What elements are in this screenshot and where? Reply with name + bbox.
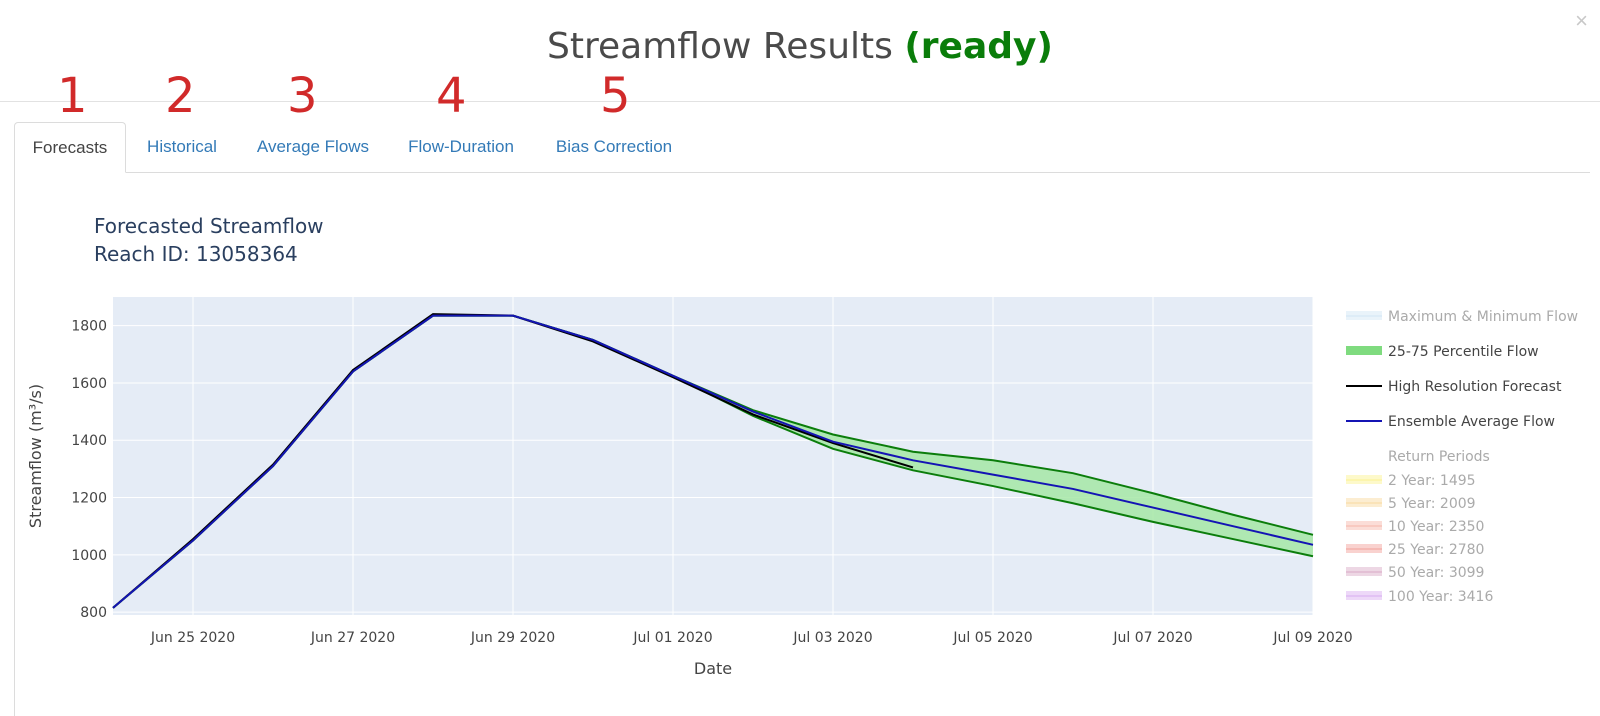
legend-label: 5 Year: 2009: [1388, 496, 1476, 512]
legend-label: 50 Year: 3099: [1388, 565, 1484, 581]
y-tick-label: 1800: [71, 319, 107, 335]
legend-label: Return Periods: [1388, 449, 1490, 465]
legend-item: 25 Year: 2780: [1346, 542, 1484, 558]
legend-label: High Resolution Forecast: [1388, 379, 1562, 395]
legend-item: 100 Year: 3416: [1346, 589, 1493, 605]
legend-item: Maximum & Minimum Flow: [1346, 309, 1578, 325]
y-tick-label: 1200: [71, 491, 107, 507]
legend-item: 5 Year: 2009: [1346, 496, 1476, 512]
legend-label: Ensemble Average Flow: [1388, 414, 1555, 430]
legend-item: 2 Year: 1495: [1346, 473, 1476, 489]
legend-label: 25 Year: 2780: [1388, 542, 1484, 558]
legend-label: 2 Year: 1495: [1388, 473, 1476, 489]
y-tick-label: 1600: [71, 376, 107, 392]
x-tick-label: Jul 03 2020: [792, 630, 872, 646]
legend-item: 10 Year: 2350: [1346, 519, 1484, 535]
plot-area: [113, 297, 1313, 615]
legend-item: 25-75 Percentile Flow: [1346, 344, 1539, 360]
legend-item: Return Periods: [1388, 449, 1490, 465]
x-tick-label: Jul 07 2020: [1112, 630, 1192, 646]
x-tick-label: Jun 27 2020: [310, 630, 395, 646]
y-tick-label: 1400: [71, 433, 107, 449]
y-tick-label: 1000: [71, 548, 107, 564]
x-tick-label: Jul 05 2020: [952, 630, 1032, 646]
legend-label: 25-75 Percentile Flow: [1388, 344, 1539, 360]
legend-label: 100 Year: 3416: [1388, 589, 1493, 605]
x-axis-title: Date: [694, 659, 732, 678]
y-axis-title: Streamflow (m³/s): [26, 384, 45, 528]
legend-label: Maximum & Minimum Flow: [1388, 309, 1578, 325]
y-tick-label: 800: [80, 605, 107, 621]
legend-label: 10 Year: 2350: [1388, 519, 1484, 535]
legend-item: High Resolution Forecast: [1346, 379, 1562, 395]
legend-item: Ensemble Average Flow: [1346, 414, 1555, 430]
x-tick-label: Jul 09 2020: [1272, 630, 1352, 646]
streamflow-chart: 800 1000 1200 1400 1600 1800 Jun 25 2020 Jun 27…: [26, 297, 1578, 678]
legend-item: 50 Year: 3099: [1346, 565, 1484, 581]
x-tick-label: Jun 29 2020: [470, 630, 555, 646]
x-tick-label: Jun 25 2020: [150, 630, 235, 646]
x-tick-label: Jul 01 2020: [632, 630, 712, 646]
